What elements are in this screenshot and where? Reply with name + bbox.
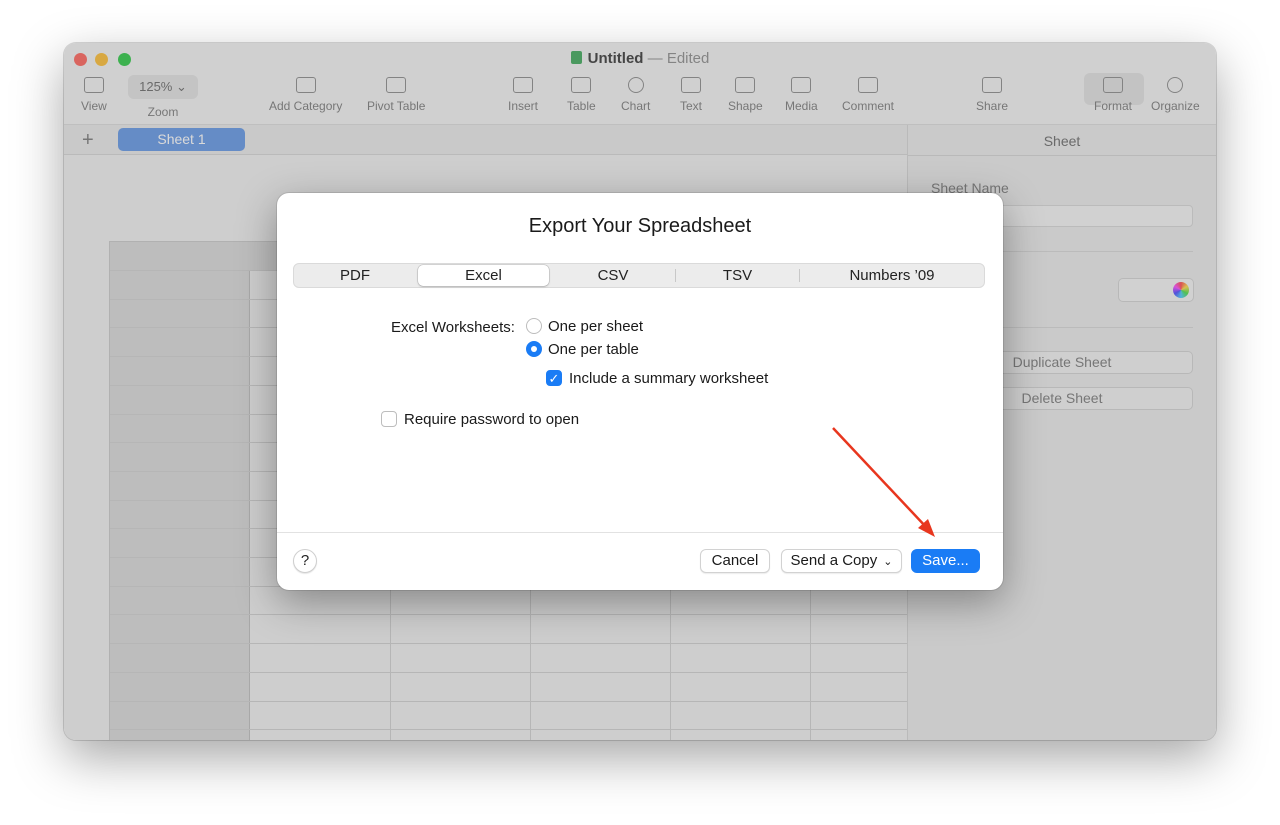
export-format-tabs: PDF Excel CSV TSV Numbers ’09 <box>293 263 985 288</box>
one-per-table-label[interactable]: One per table <box>548 341 639 358</box>
include-summary-label[interactable]: Include a summary worksheet <box>569 370 768 387</box>
tab-tsv[interactable]: TSV <box>676 264 799 287</box>
export-dialog: Export Your Spreadsheet PDF Excel CSV TS… <box>277 193 1003 590</box>
tab-numbers-09[interactable]: Numbers ’09 <box>800 264 984 287</box>
send-a-copy-button[interactable]: Send a Copy ⌄ <box>781 549 902 573</box>
tab-excel[interactable]: Excel <box>418 265 549 286</box>
dialog-title: Export Your Spreadsheet <box>528 215 752 237</box>
one-per-sheet-label[interactable]: One per sheet <box>548 318 643 335</box>
chevron-down-icon: ⌄ <box>883 556 893 568</box>
tab-pdf[interactable]: PDF <box>294 264 416 287</box>
save-button[interactable]: Save... <box>911 549 980 573</box>
dialog-footer-divider <box>277 532 1003 533</box>
tab-csv[interactable]: CSV <box>552 264 674 287</box>
checkmark-icon: ✓ <box>548 371 560 386</box>
cancel-button[interactable]: Cancel <box>700 549 770 573</box>
send-a-copy-label: Send a Copy <box>790 552 878 569</box>
help-button[interactable]: ? <box>293 549 317 573</box>
require-password-label[interactable]: Require password to open <box>404 411 579 428</box>
include-summary-checkbox[interactable]: ✓ <box>546 370 562 386</box>
one-per-table-radio[interactable] <box>526 341 542 357</box>
excel-worksheets-label: Excel Worksheets: <box>391 319 515 336</box>
one-per-sheet-radio[interactable] <box>526 318 542 334</box>
require-password-checkbox[interactable] <box>381 411 397 427</box>
